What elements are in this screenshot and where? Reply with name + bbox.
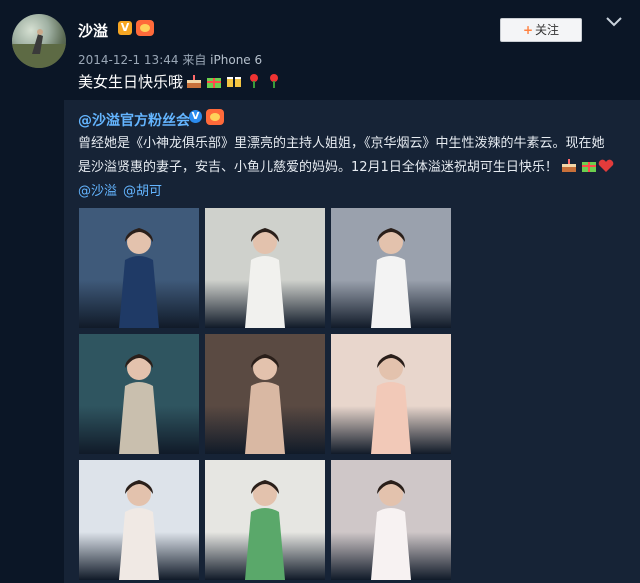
verified-blue-badge-icon: V — [189, 110, 202, 123]
photo-purple-hair[interactable] — [331, 208, 451, 328]
post-text-content: 美女生日快乐哦 — [78, 73, 184, 91]
mention-link[interactable]: @胡可 — [123, 184, 162, 199]
photo-green-cardigan[interactable] — [205, 460, 325, 580]
photo-white-dress[interactable] — [205, 208, 325, 328]
photo-with-baby-2[interactable] — [331, 334, 451, 454]
vip-badge-icon — [136, 20, 154, 36]
photo-blue-dress[interactable] — [79, 208, 199, 328]
gift-emoji-icon — [207, 78, 222, 88]
repost-text: 曾经她是《小神龙俱乐部》里漂亮的主持人姐姐，《京华烟云》中生性泼辣的牛素云。现在… — [78, 132, 628, 180]
post-meta: 2014-12-1 13:44 来自 iPhone 6 — [78, 51, 262, 68]
photo-with-baby-1[interactable] — [205, 334, 325, 454]
rose-emoji-icon — [270, 74, 279, 88]
chevron-down-icon[interactable] — [605, 16, 623, 28]
avatar[interactable] — [12, 14, 66, 68]
plus-icon: + — [522, 23, 534, 37]
photo-lace-dress[interactable] — [79, 334, 199, 454]
original-author[interactable]: @沙溢官方粉丝会 — [78, 110, 190, 130]
mention-link[interactable]: @沙溢 — [78, 184, 117, 199]
post-text: 美女生日快乐哦 — [78, 71, 283, 92]
gift-emoji-icon — [581, 162, 596, 172]
source-prefix: 来自 — [182, 53, 207, 67]
weibo-post: 沙溢 V 2014-12-1 13:44 来自 iPhone 6 + 关注 美女生… — [0, 0, 640, 583]
follow-label: 关注 — [535, 23, 560, 37]
user-name[interactable]: 沙溢 — [78, 20, 108, 41]
follow-button[interactable]: + 关注 — [500, 18, 582, 42]
post-timestamp[interactable]: 2014-12-1 13:44 — [78, 53, 179, 67]
vip-badge-icon — [206, 109, 224, 125]
cake-emoji-icon — [561, 159, 576, 172]
mentions-line: @沙溢 @胡可 — [78, 180, 168, 199]
rose-emoji-icon — [250, 74, 259, 88]
photo-couple-dance[interactable] — [331, 460, 451, 580]
repost-line-1: 曾经她是《小神龙俱乐部》里漂亮的主持人姐姐，《京华烟云》中生性泼辣的牛素云。现在… — [78, 136, 605, 151]
verified-badge-icon: V — [118, 21, 132, 35]
cake-emoji-icon — [187, 75, 202, 88]
post-source: iPhone 6 — [210, 53, 263, 67]
heart-emoji-icon — [598, 159, 614, 172]
photo-couple-kiss[interactable] — [79, 460, 199, 580]
cheers-emoji-icon — [227, 77, 242, 87]
repost-line-2: 是沙溢贤惠的妻子，安吉、小鱼儿慈爱的妈妈。12月1日全体溢迷祝胡可生日快乐！ — [78, 160, 558, 175]
repost-line-2-wrap: 是沙溢贤惠的妻子，安吉、小鱼儿慈爱的妈妈。12月1日全体溢迷祝胡可生日快乐！ — [78, 156, 628, 180]
